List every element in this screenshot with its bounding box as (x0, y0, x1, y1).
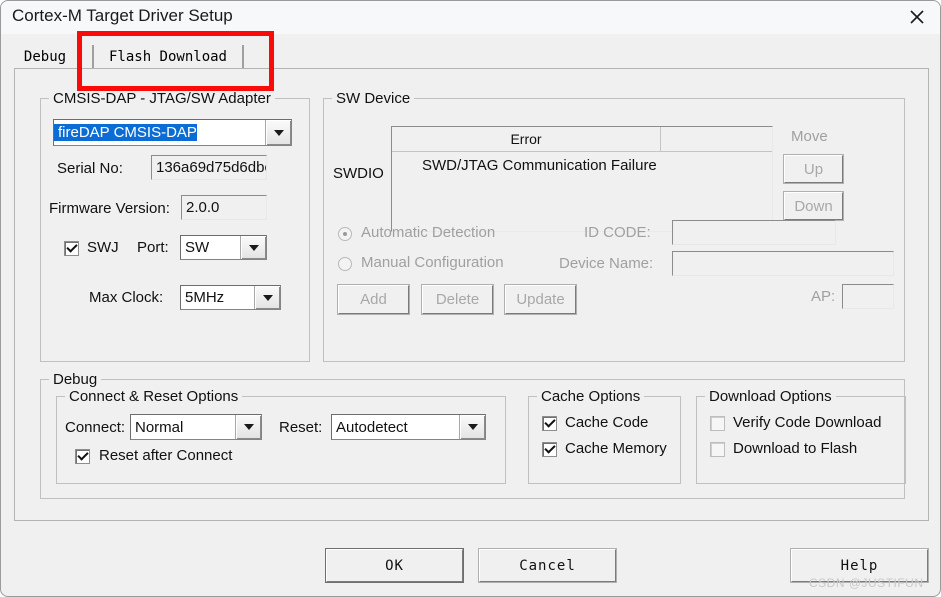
debug-tab-panel: CMSIS-DAP - JTAG/SW Adapter fireDAP CMSI… (14, 69, 929, 521)
max-clock-value: 5MHz (185, 289, 225, 306)
tab-flash-download-label: Flash Download (108, 49, 227, 65)
update-button[interactable]: Update (504, 284, 577, 315)
reset-label: Reset: (279, 419, 323, 436)
table-row[interactable]: SWD/JTAG Communication Failure (392, 152, 772, 174)
chevron-down-icon[interactable] (240, 236, 266, 259)
column-header-blank[interactable] (661, 127, 772, 151)
tab-flash-download[interactable]: Flash Download (92, 45, 244, 69)
target-driver-setup-dialog: Cortex-M Target Driver Setup Debug Flash… (0, 0, 941, 597)
manual-configuration-radio[interactable] (338, 257, 352, 271)
cache-memory-checkbox[interactable] (542, 442, 557, 457)
cache-options-group: Cache Options Cache Code Cache Memory (528, 388, 681, 484)
close-icon (908, 8, 926, 26)
ap-label: AP: (811, 288, 836, 305)
window-title: Cortex-M Target Driver Setup (12, 6, 233, 25)
cmsis-dap-adapter-group-title: CMSIS-DAP - JTAG/SW Adapter (49, 90, 275, 107)
connect-reset-options-group: Connect & Reset Options Connect: Normal … (56, 388, 506, 484)
chevron-down-icon[interactable] (254, 286, 280, 309)
manual-configuration-label: Manual Configuration (361, 254, 504, 271)
port-value: SW (185, 239, 210, 256)
debug-group-title: Debug (49, 371, 102, 388)
tab-debug-label: Debug (23, 49, 67, 65)
adapter-device-value: fireDAP CMSIS-DAP (54, 124, 197, 141)
cache-memory-label: Cache Memory (565, 440, 667, 457)
title-bar: Cortex-M Target Driver Setup (1, 1, 940, 34)
chevron-down-icon[interactable] (235, 415, 261, 439)
ap-field[interactable] (842, 284, 894, 309)
add-button[interactable]: Add (337, 284, 410, 315)
connect-label: Connect: (65, 419, 126, 436)
chevron-down-icon[interactable] (265, 120, 291, 145)
cache-code-label: Cache Code (565, 414, 649, 431)
column-header-error[interactable]: Error (392, 127, 661, 151)
tab-debug[interactable]: Debug (14, 45, 76, 69)
sw-device-list[interactable]: Error SWD/JTAG Communication Failure (391, 126, 773, 232)
automatic-detection-radio[interactable] (338, 227, 352, 241)
port-label: Port: (137, 239, 169, 256)
cache-options-group-title: Cache Options (537, 388, 645, 405)
reset-value: Autodetect (336, 418, 408, 436)
download-to-flash-checkbox[interactable] (710, 442, 725, 457)
swj-label: SWJ (87, 239, 119, 256)
sw-device-list-header: Error (392, 127, 772, 152)
serial-no-field[interactable]: 136a69d75d6dbc4 (151, 155, 267, 180)
connect-value: Normal (135, 418, 184, 436)
firmware-version-label: Firmware Version: (49, 200, 170, 217)
id-code-label: ID CODE: (584, 224, 651, 241)
verify-code-download-checkbox[interactable] (710, 416, 725, 431)
move-label: Move (791, 128, 828, 145)
reset-after-connect-text: Reset after Connect (99, 447, 233, 464)
verify-code-download-label: Verify Code Download (733, 414, 882, 431)
device-name-label: Device Name: (559, 255, 654, 272)
sw-device-group-title: SW Device (332, 90, 415, 107)
cmsis-dap-adapter-group: CMSIS-DAP - JTAG/SW Adapter fireDAP CMSI… (40, 90, 310, 362)
cache-code-checkbox[interactable] (542, 416, 557, 431)
download-options-group: Download Options Verify Code Download Do… (696, 388, 906, 484)
reset-after-connect-checkbox[interactable] (75, 449, 90, 464)
serial-no-label: Serial No: (57, 160, 123, 177)
max-clock-combo[interactable]: 5MHz (180, 285, 281, 310)
tab-strip: Debug Flash Download (14, 45, 929, 69)
adapter-device-combo[interactable]: fireDAP CMSIS-DAP (53, 119, 292, 146)
firmware-version-field[interactable]: 2.0.0 (181, 195, 267, 220)
port-combo[interactable]: SW (180, 235, 267, 260)
download-to-flash-label: Download to Flash (733, 440, 858, 457)
swj-checkbox[interactable] (64, 241, 79, 256)
connect-combo[interactable]: Normal (130, 414, 262, 440)
reset-combo[interactable]: Autodetect (331, 414, 486, 440)
column-header-error-label: Error (510, 131, 542, 147)
watermark: CSDN @JUSTIFUN (809, 576, 924, 590)
delete-button[interactable]: Delete (421, 284, 494, 315)
move-down-button[interactable]: Down (783, 191, 844, 221)
device-name-field[interactable] (672, 251, 894, 276)
connect-reset-options-group-title: Connect & Reset Options (65, 388, 243, 405)
id-code-field[interactable] (672, 220, 836, 245)
chevron-down-icon[interactable] (459, 415, 485, 439)
debug-group: Debug Connect & Reset Options Connect: N… (40, 371, 906, 499)
close-button[interactable] (894, 1, 940, 33)
download-options-group-title: Download Options (705, 388, 836, 405)
reset-after-connect-label: Reset after Connect (99, 447, 232, 464)
table-row-error-text: SWD/JTAG Communication Failure (422, 157, 657, 174)
swdio-label: SWDIO (333, 165, 384, 182)
sw-device-group: SW Device SWDIO Error SWD/JTAG Communica… (323, 90, 905, 362)
automatic-detection-label: Automatic Detection (361, 224, 496, 241)
cancel-button[interactable]: Cancel (478, 548, 617, 583)
ok-button[interactable]: OK (325, 548, 464, 583)
move-up-button[interactable]: Up (783, 154, 844, 184)
max-clock-label: Max Clock: (89, 289, 164, 306)
